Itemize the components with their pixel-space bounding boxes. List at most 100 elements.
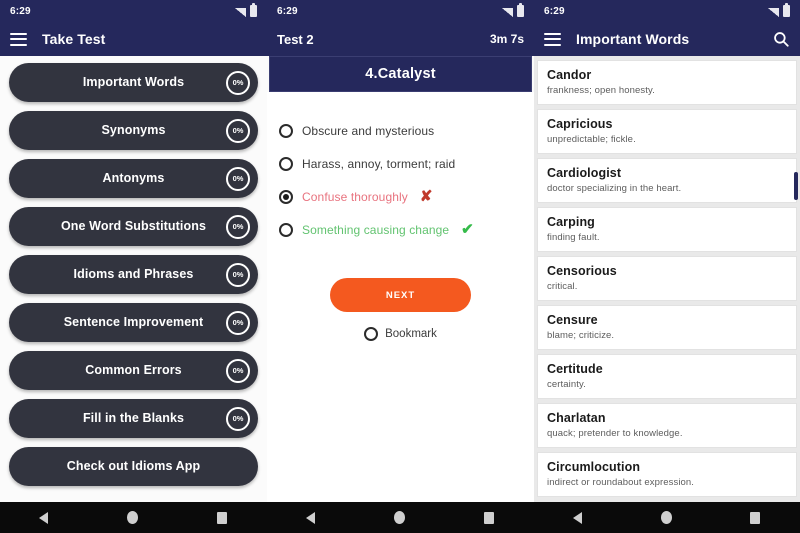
back-triangle-icon[interactable] bbox=[39, 511, 49, 524]
radio-icon[interactable] bbox=[279, 189, 293, 204]
phone-screen-important-words: 6:29 Important Words Candor frankness; o… bbox=[534, 0, 800, 533]
word-title: Censorious bbox=[547, 264, 617, 278]
progress-badge: 0% bbox=[226, 118, 250, 143]
battery-icon bbox=[517, 3, 524, 17]
list-item[interactable]: Carping finding fault. bbox=[537, 207, 797, 252]
word-definition: unpredictable; fickle. bbox=[547, 134, 636, 145]
answer-option-1[interactable]: Obscure and mysterious bbox=[279, 114, 522, 147]
answer-option-label: Confuse thoroughly bbox=[302, 189, 408, 204]
bookmark-label: Bookmark bbox=[385, 328, 437, 340]
radio-icon[interactable] bbox=[279, 123, 293, 138]
list-item[interactable]: Censorious critical. bbox=[537, 256, 797, 301]
word-title: Cardiologist bbox=[547, 166, 622, 180]
answer-option-2[interactable]: Harass, annoy, torment; raid bbox=[279, 147, 522, 180]
list-item[interactable]: Capricious unpredictable; fickle. bbox=[537, 109, 797, 154]
hamburger-icon[interactable] bbox=[10, 32, 27, 46]
status-clock: 6:29 bbox=[10, 5, 31, 17]
word-list[interactable]: Candor frankness; open honesty. Capricio… bbox=[534, 56, 800, 533]
page-title: Important Words bbox=[576, 31, 690, 47]
phone-screen-take-test: 6:29 Take Test Important Words 0% Synony… bbox=[0, 0, 267, 533]
next-button[interactable]: NEXT bbox=[330, 278, 471, 312]
test-category-list: Important Words 0% Synonyms 0% Antonyms … bbox=[0, 56, 267, 533]
home-circle-icon[interactable] bbox=[127, 511, 139, 524]
word-title: Capricious bbox=[547, 117, 613, 131]
list-item[interactable]: Circumlocution indirect or roundabout ex… bbox=[537, 452, 797, 497]
test-button-label: Idioms and Phrases bbox=[73, 267, 194, 282]
signal-icon bbox=[235, 8, 246, 17]
word-title: Candor bbox=[547, 68, 592, 82]
three-phone-screenshot-collage: 6:29 Take Test Important Words 0% Synony… bbox=[0, 0, 800, 533]
word-title: Charlatan bbox=[547, 411, 606, 425]
test-button-label: One Word Substitutions bbox=[60, 219, 207, 234]
status-clock: 6:29 bbox=[277, 5, 298, 17]
radio-icon[interactable] bbox=[279, 156, 293, 171]
answer-option-4-correct[interactable]: Something causing change ✔ bbox=[279, 213, 522, 246]
answer-option-3-selected-wrong[interactable]: Confuse thoroughly ✘ bbox=[279, 180, 522, 213]
question-body: Obscure and mysterious Harass, annoy, to… bbox=[267, 92, 534, 533]
word-title: Certitude bbox=[547, 362, 603, 376]
test-name: Test 2 bbox=[277, 31, 314, 47]
check-out-idioms-app-button[interactable]: Check out Idioms App bbox=[9, 447, 258, 486]
test-button-antonyms[interactable]: Antonyms 0% bbox=[9, 159, 258, 198]
progress-badge: 0% bbox=[226, 262, 250, 287]
android-navigation-bar bbox=[0, 502, 800, 533]
word-title: Circumlocution bbox=[547, 460, 641, 474]
bookmark-radio-icon[interactable] bbox=[364, 327, 379, 341]
recents-square-icon[interactable] bbox=[217, 511, 228, 524]
test-button-label: Sentence Improvement bbox=[63, 315, 204, 330]
test-button-label: Fill in the Blanks bbox=[82, 411, 185, 426]
word-definition: frankness; open honesty. bbox=[547, 85, 655, 96]
test-button-label: Check out Idioms App bbox=[66, 459, 201, 474]
list-item[interactable]: Candor frankness; open honesty. bbox=[537, 60, 797, 105]
phone-screen-question: 6:29 Test 2 3m 7s 4.Catalyst Obscure and… bbox=[267, 0, 534, 533]
progress-badge: 0% bbox=[226, 310, 250, 335]
home-circle-icon[interactable] bbox=[393, 511, 405, 524]
progress-badge: 0% bbox=[226, 214, 250, 239]
scrollbar-thumb[interactable] bbox=[794, 172, 798, 200]
test-button-label: Synonyms bbox=[101, 123, 166, 138]
recents-square-icon[interactable] bbox=[483, 511, 494, 524]
app-bar: Take Test bbox=[0, 22, 267, 56]
search-icon[interactable] bbox=[772, 30, 790, 48]
back-triangle-icon[interactable] bbox=[572, 511, 582, 524]
status-clock: 6:29 bbox=[544, 5, 565, 17]
word-definition: quack; pretender to knowledge. bbox=[547, 428, 683, 439]
bookmark-toggle[interactable]: Bookmark bbox=[364, 327, 437, 341]
status-bar: 6:29 bbox=[267, 0, 534, 22]
answer-option-label: Obscure and mysterious bbox=[302, 123, 435, 138]
recents-square-icon[interactable] bbox=[750, 511, 761, 524]
page-title: Take Test bbox=[42, 31, 106, 47]
test-timer: 3m 7s bbox=[489, 32, 524, 46]
answer-option-label: Harass, annoy, torment; raid bbox=[302, 156, 456, 171]
test-button-sentence-improvement[interactable]: Sentence Improvement 0% bbox=[9, 303, 258, 342]
word-definition: critical. bbox=[547, 281, 578, 292]
test-button-label: Important Words bbox=[82, 75, 185, 90]
progress-badge: 0% bbox=[226, 70, 250, 95]
hamburger-icon[interactable] bbox=[544, 32, 561, 46]
list-item[interactable]: Cardiologist doctor specializing in the … bbox=[537, 158, 797, 203]
word-definition: indirect or roundabout expression. bbox=[547, 477, 695, 488]
battery-icon bbox=[250, 3, 257, 17]
list-item[interactable]: Censure blame; criticize. bbox=[537, 305, 797, 350]
list-item[interactable]: Charlatan quack; pretender to knowledge. bbox=[537, 403, 797, 448]
battery-icon bbox=[783, 3, 790, 17]
back-triangle-icon[interactable] bbox=[306, 511, 316, 524]
test-button-synonyms[interactable]: Synonyms 0% bbox=[9, 111, 258, 150]
test-button-idioms-and-phrases[interactable]: Idioms and Phrases 0% bbox=[9, 255, 258, 294]
test-button-common-errors[interactable]: Common Errors 0% bbox=[9, 351, 258, 390]
home-circle-icon[interactable] bbox=[660, 511, 672, 524]
word-definition: doctor specializing in the heart. bbox=[547, 183, 682, 194]
test-button-one-word-substitutions[interactable]: One Word Substitutions 0% bbox=[9, 207, 258, 246]
status-icons bbox=[502, 3, 524, 17]
correct-answer-icon: ✔ bbox=[461, 221, 474, 238]
test-button-label: Common Errors bbox=[85, 363, 182, 378]
question-title: 4.Catalyst bbox=[365, 66, 436, 82]
word-definition: finding fault. bbox=[547, 232, 600, 243]
radio-icon[interactable] bbox=[279, 222, 293, 237]
test-button-important-words[interactable]: Important Words 0% bbox=[9, 63, 258, 102]
question-header: 4.Catalyst bbox=[269, 56, 532, 92]
status-bar: 6:29 bbox=[0, 0, 267, 22]
test-button-fill-in-the-blanks[interactable]: Fill in the Blanks 0% bbox=[9, 399, 258, 438]
list-item[interactable]: Certitude certainty. bbox=[537, 354, 797, 399]
word-title: Carping bbox=[547, 215, 595, 229]
